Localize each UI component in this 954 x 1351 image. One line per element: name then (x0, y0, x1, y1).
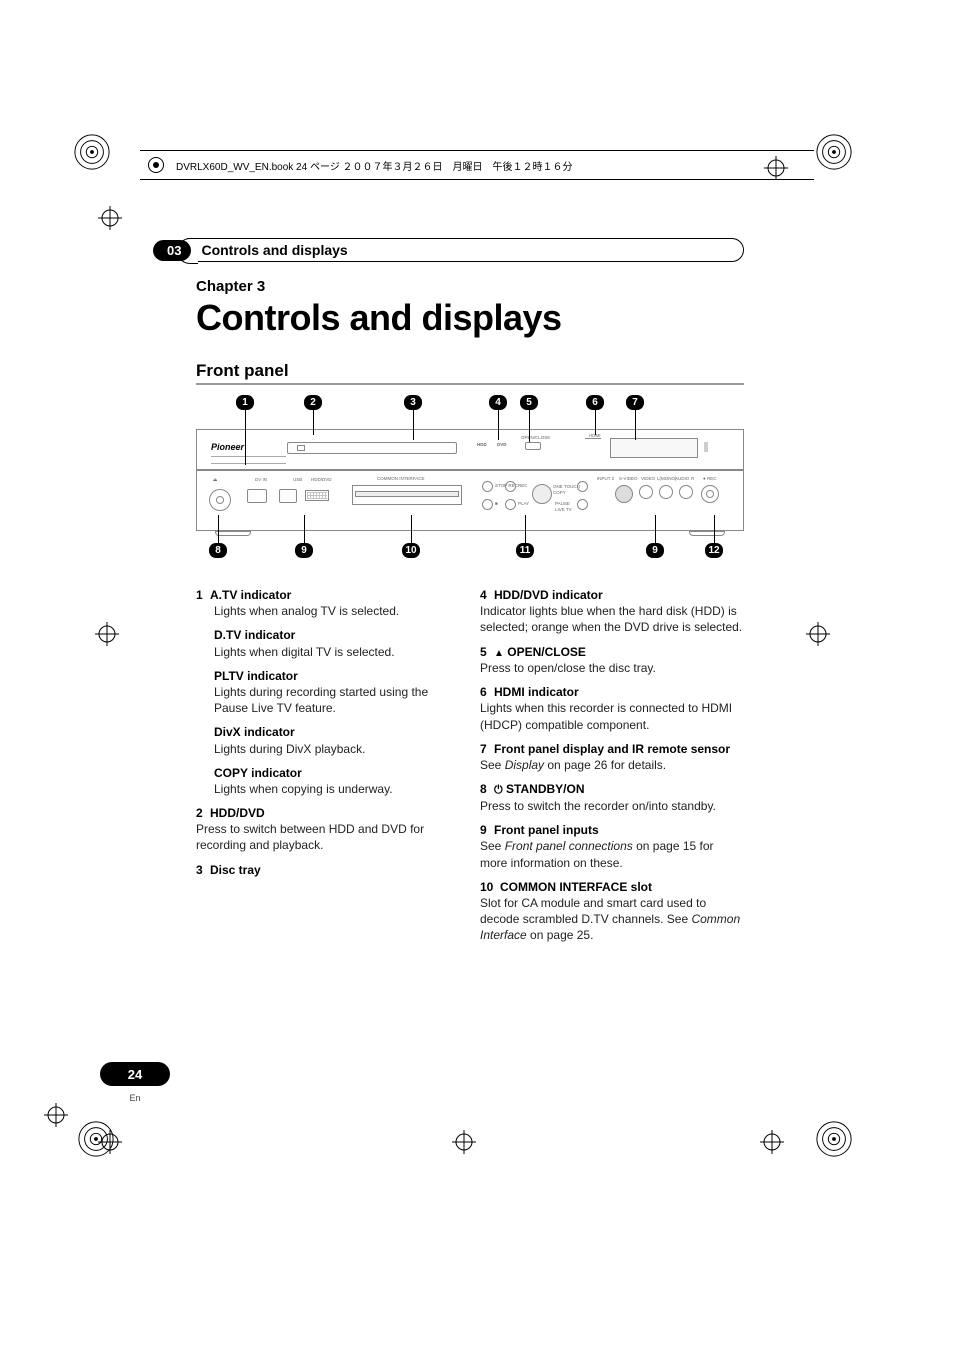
item-desc: Lights when digital TV is selected. (214, 644, 460, 660)
section-number-badge: 03 (153, 240, 191, 261)
dv-in-port (247, 489, 267, 503)
usb-port (279, 489, 297, 503)
item-heading: 7Front panel display and IR remote senso… (480, 741, 744, 757)
left-column: 1A.TV indicator Lights when analog TV is… (196, 579, 460, 944)
callout-top: 3 (404, 395, 422, 410)
reg-cross (98, 1130, 122, 1154)
rec-button-large (701, 485, 719, 503)
standby-button (209, 489, 231, 511)
section-title: Controls and displays (201, 242, 347, 258)
book-header: DVRLX60D_WV_EN.book 24 ページ ２００７年３月２６日 月曜… (140, 150, 814, 180)
play-button (505, 499, 516, 510)
reg-mark-tl (72, 132, 112, 172)
disc-tray (287, 442, 457, 454)
stoprec-button (482, 481, 493, 492)
item-subheading: D.TV indicator (214, 627, 460, 643)
item-heading: 3Disc tray (196, 862, 460, 878)
callout-bottom: 10 (402, 543, 420, 558)
callout-top: 7 (626, 395, 644, 410)
eject-icon: ▲ (494, 647, 504, 661)
power-icon (494, 782, 503, 796)
item-heading: 2HDD/DVD (196, 805, 460, 821)
pause-button (577, 481, 588, 492)
tray-notch (297, 445, 305, 451)
reg-cross (44, 1103, 68, 1127)
item-desc: Lights when copying is underway. (214, 781, 460, 797)
front-panel-diagram: 1 2 3 4 5 6 7 Pioneer HDD DVD OPEN/CLOSE… (196, 395, 744, 565)
item-heading: 10COMMON INTERFACE slot (480, 879, 744, 895)
item-subheading: COPY indicator (214, 765, 460, 781)
item-desc: Indicator lights blue when the hard disk… (480, 603, 744, 635)
callout-bottom: 12 (705, 543, 723, 558)
chapter-title: Controls and displays (196, 297, 744, 339)
video-jack (639, 485, 653, 499)
hdd-label: HDD (477, 442, 487, 447)
one-touch-copy (532, 484, 552, 504)
reg-cross (452, 1130, 476, 1154)
item-heading: 1A.TV indicator (196, 587, 460, 603)
item-heading: 8 STANDBY/ON (480, 781, 744, 798)
chapter-label: Chapter 3 (196, 278, 744, 295)
callout-top: 5 (520, 395, 538, 410)
item-desc: See Front panel connections on page 15 f… (480, 838, 744, 870)
item-desc: Lights during recording started using th… (214, 684, 460, 716)
item-heading: 5▲ OPEN/CLOSE (480, 644, 744, 661)
item-desc: Lights when this recorder is connected t… (480, 700, 744, 732)
openclose-label: OPEN/CLOSE (521, 435, 550, 440)
book-header-icon (148, 157, 164, 173)
callout-top: 1 (236, 395, 254, 410)
hdd-dvd-button (305, 490, 329, 501)
dvd-label: DVD (497, 442, 507, 447)
item-heading: 9Front panel inputs (480, 822, 744, 838)
reg-cross (806, 622, 830, 646)
rec-button (505, 481, 516, 492)
callout-bottom: 8 (209, 543, 227, 558)
item-desc: Press to switch the recorder on/into sta… (480, 798, 744, 814)
reg-mark-br (814, 1119, 854, 1159)
callout-top: 6 (586, 395, 604, 410)
callout-top: 2 (304, 395, 322, 410)
audio-l-jack (659, 485, 673, 499)
brand-logo: Pioneer (211, 442, 244, 452)
item-heading: 6HDMI indicator (480, 684, 744, 700)
page-number-tab: 24 (100, 1062, 170, 1086)
livetv-button (577, 499, 588, 510)
reg-cross (760, 1130, 784, 1154)
book-header-text: DVRLX60D_WV_EN.book 24 ページ ２００７年３月２６日 月曜… (176, 158, 573, 173)
item-desc: Press to open/close the disc tray. (480, 660, 744, 676)
callout-bottom: 9 (646, 543, 664, 558)
display-window (610, 438, 698, 458)
page-lang: En (100, 1093, 170, 1103)
panel-heading: Front panel (196, 361, 744, 385)
item-desc: Lights during DivX playback. (214, 741, 460, 757)
item-desc: Press to switch between HDD and DVD for … (196, 821, 460, 853)
callout-top: 4 (489, 395, 507, 410)
description-columns: 1A.TV indicator Lights when analog TV is… (196, 579, 744, 944)
device-outline: Pioneer HDD DVD OPEN/CLOSE HDMI (196, 429, 744, 531)
callout-bottom: 9 (295, 543, 313, 558)
right-column: 4HDD/DVD indicator Indicator lights blue… (480, 579, 744, 944)
openclose-button (525, 442, 541, 450)
item-subheading: PLTV indicator (214, 668, 460, 684)
item-desc: Lights when analog TV is selected. (214, 603, 460, 619)
callout-bottom: 11 (516, 543, 534, 558)
section-header: 03 Controls and displays (153, 237, 744, 263)
item-subheading: DivX indicator (214, 724, 460, 740)
stop-button (482, 499, 493, 510)
section-title-bracket: Controls and displays (187, 238, 744, 262)
reg-mark-tr (814, 132, 854, 172)
item-desc: Slot for CA module and smart card used t… (480, 895, 744, 944)
audio-r-jack (679, 485, 693, 499)
reg-cross (95, 622, 119, 646)
reg-cross (98, 206, 122, 230)
svideo-jack (615, 485, 633, 503)
item-heading: 4HDD/DVD indicator (480, 587, 744, 603)
item-desc: See Display on page 26 for details. (480, 757, 744, 773)
page-content: Chapter 3 Controls and displays Front pa… (196, 278, 744, 944)
